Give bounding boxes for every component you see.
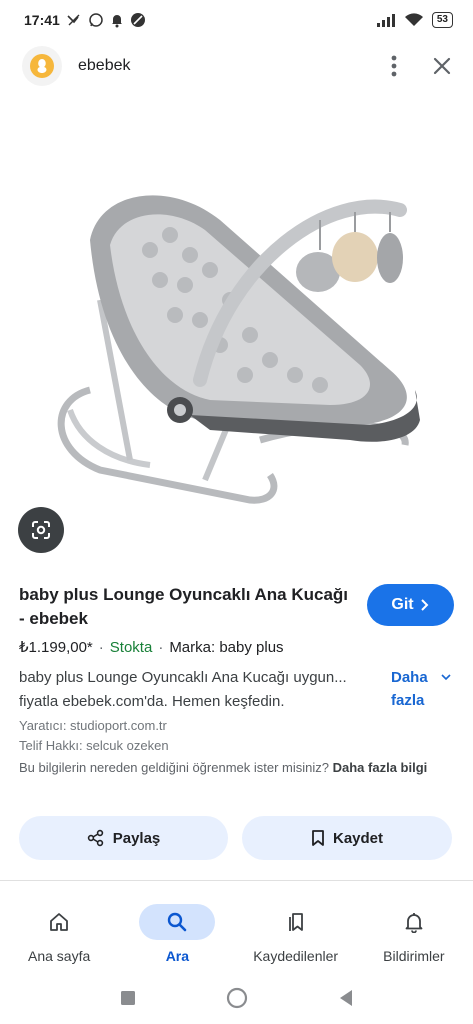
more-link-label-1: Daha: [391, 669, 428, 686]
info-note: Bu bilgilerin nereden geldiğini öğrenmek…: [19, 758, 449, 778]
site-logo[interactable]: [22, 46, 62, 86]
product-description: baby plus Lounge Oyuncaklı Ana Kucağı uy…: [19, 666, 381, 714]
site-name: ebebek: [78, 57, 131, 74]
nav-saved[interactable]: Kaydedilenler: [237, 896, 355, 972]
more-options-icon[interactable]: [391, 55, 397, 77]
separator-dot: ·: [98, 638, 104, 656]
signal-icon: [376, 13, 396, 27]
info-more-link[interactable]: Daha fazla bilgi: [333, 760, 428, 775]
status-icons-right: 53: [376, 12, 453, 28]
search-icon: [168, 912, 187, 932]
site-header: ebebek: [0, 42, 473, 90]
nav-home-pill: [21, 904, 97, 940]
product-meta-row: ₺1.199,00* · Stokta · Marka: baby plus: [19, 638, 284, 657]
home-circle-icon[interactable]: [226, 987, 248, 1009]
nav-home[interactable]: Ana sayfa: [0, 896, 118, 972]
bottom-navigation: Ana sayfa Ara Kaydedilenler Bildirimler: [0, 896, 473, 972]
missed-call-icon: [66, 12, 82, 28]
nav-search[interactable]: Ara: [118, 896, 236, 972]
nav-notifications-pill: [376, 904, 452, 940]
google-lens-button[interactable]: [18, 507, 64, 553]
system-navigation-bar: [0, 972, 473, 1024]
stock-status: Stokta: [109, 638, 153, 656]
home-icon: [50, 913, 69, 931]
separator-dot: ·: [158, 638, 164, 656]
bookmark-icon: [312, 830, 324, 846]
status-icons-left: [66, 12, 146, 28]
product-brand: Marka: baby plus: [169, 638, 284, 656]
close-icon[interactable]: [433, 57, 451, 75]
image-credits: Yaratıcı: studioport.com.tr Telif Hakkı:…: [19, 716, 169, 756]
share-icon: [87, 829, 103, 847]
back-icon[interactable]: [338, 989, 354, 1007]
share-button[interactable]: Paylaş: [19, 816, 228, 860]
more-link[interactable]: Daha fazla: [391, 666, 463, 712]
creator-text: Yaratıcı: studioport.com.tr: [19, 718, 167, 733]
dnd-icon: [130, 12, 146, 28]
product-price: ₺1.199,00*: [19, 639, 93, 656]
more-link-label-2: fazla: [391, 692, 425, 709]
copyright-text: Telif Hakkı: selcuk ozeken: [19, 738, 169, 753]
nav-notifications-label: Bildirimler: [383, 948, 445, 964]
bookmarks-icon: [288, 913, 303, 931]
description-line-2: fiyatla ebebek.com'da. Hemen keşfedin.: [19, 693, 285, 710]
bell-icon: [405, 913, 423, 933]
divider: [0, 880, 473, 881]
nav-search-pill: [139, 904, 216, 940]
whatsapp-icon: [88, 12, 104, 28]
ebebek-logo-icon: [30, 54, 54, 78]
save-button-label: Kaydet: [332, 829, 384, 847]
share-button-label: Paylaş: [112, 829, 161, 847]
save-button[interactable]: Kaydet: [242, 816, 452, 860]
status-bar: 17:41 53: [0, 0, 473, 40]
description-line-1: baby plus Lounge Oyuncaklı Ana Kucağı uy…: [19, 669, 347, 686]
nav-search-label: Ara: [165, 948, 190, 964]
nav-saved-label: Kaydedilenler: [253, 948, 339, 964]
go-button[interactable]: Git: [367, 584, 454, 626]
nav-notifications[interactable]: Bildirimler: [355, 896, 473, 972]
nav-saved-pill: [258, 904, 334, 940]
lens-icon: [32, 521, 50, 539]
notification-bell-icon: [110, 12, 124, 28]
product-image[interactable]: [30, 120, 440, 540]
recents-icon[interactable]: [120, 990, 136, 1006]
status-time: 17:41: [24, 12, 60, 28]
nav-home-label: Ana sayfa: [27, 948, 91, 964]
chevron-down-icon: [441, 666, 451, 694]
chevron-right-icon: [420, 599, 429, 611]
product-title[interactable]: baby plus Lounge Oyuncaklı Ana Kucağı - …: [19, 583, 349, 631]
wifi-icon: [404, 12, 424, 28]
go-button-label: Git: [391, 596, 414, 613]
header-actions: [391, 55, 451, 77]
info-question: Bu bilgilerin nereden geldiğini öğrenmek…: [19, 760, 329, 775]
battery-indicator: 53: [431, 12, 453, 28]
